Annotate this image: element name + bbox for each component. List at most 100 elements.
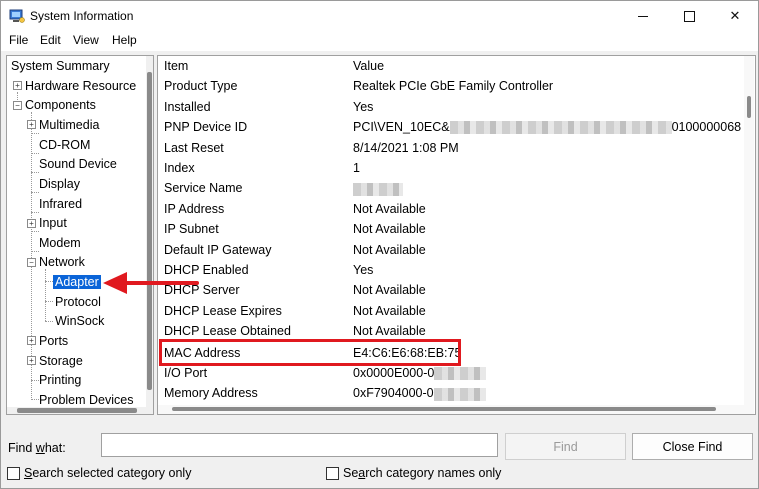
row-item: PNP Device ID: [164, 120, 248, 135]
search-selected-category-option[interactable]: Search selected category only: [7, 466, 191, 480]
table-row[interactable]: I/O Port 0x0000E000-0: [158, 363, 748, 383]
option-label: Search selected category only: [24, 466, 191, 480]
tree-item-label: Infrared: [39, 197, 83, 211]
table-row[interactable]: Index 1: [158, 158, 748, 178]
tree-item-components[interactable]: Components: [25, 96, 96, 114]
column-header-item[interactable]: Item: [164, 56, 188, 76]
menu-file[interactable]: File: [9, 33, 28, 47]
row-value: Not Available: [353, 283, 426, 298]
table-row[interactable]: IP Subnet Not Available: [158, 219, 748, 239]
row-item: Memory Address: [164, 386, 258, 401]
tree-item-label: Protocol: [55, 295, 101, 309]
tree-item-label: Modem: [39, 236, 81, 250]
label-text: earch selected category only: [32, 466, 192, 480]
tree-item-modem[interactable]: Modem: [39, 234, 81, 252]
close-find-button[interactable]: Close Find: [632, 433, 753, 460]
column-header-value[interactable]: Value: [353, 56, 384, 76]
list-vertical-scroll-thumb[interactable]: [747, 96, 751, 118]
expand-icon[interactable]: +: [27, 356, 36, 365]
row-item: Default IP Gateway: [164, 242, 272, 257]
minimize-button[interactable]: [620, 1, 666, 31]
expand-icon[interactable]: +: [27, 219, 36, 228]
close-find-button-label: Close Find: [662, 439, 723, 454]
table-row[interactable]: Last Reset 8/14/2021 1:08 PM: [158, 138, 748, 158]
details-list[interactable]: Item Value Product Type Realtek PCIe GbE …: [157, 55, 756, 415]
tree-item-label: Printing: [39, 373, 82, 387]
label-text: Find: [8, 441, 36, 455]
menu-view[interactable]: View: [73, 33, 99, 47]
title-bar[interactable]: System Information ✕: [1, 1, 758, 31]
find-input[interactable]: [101, 433, 498, 457]
find-button[interactable]: Find: [505, 433, 626, 460]
label-accelerator: w: [35, 441, 45, 455]
tree-item-storage[interactable]: Storage: [39, 352, 83, 370]
row-value: [353, 178, 403, 198]
table-row[interactable]: DHCP Enabled Yes: [158, 260, 748, 280]
label-text: rch category names only: [365, 466, 502, 480]
expand-icon[interactable]: +: [13, 81, 22, 90]
find-button-label: Find: [553, 439, 578, 454]
redacted-value: [434, 367, 487, 381]
row-value: 8/14/2021 1:08 PM: [353, 140, 459, 155]
row-item: Index: [164, 161, 195, 175]
tree-item-cd-rom[interactable]: CD-ROM: [39, 136, 90, 154]
tree-horizontal-scroll-thumb[interactable]: [17, 408, 137, 413]
system-information-app-icon: [9, 9, 25, 23]
tree-item-adapter[interactable]: Adapter: [53, 273, 101, 291]
menu-bar: File Edit View Help: [1, 31, 758, 52]
table-row[interactable]: Installed Yes: [158, 97, 748, 117]
value-prefix: 0xF7904000-0: [353, 386, 434, 401]
tree-item-display[interactable]: Display: [39, 175, 80, 193]
search-selected-category-checkbox[interactable]: [7, 466, 20, 480]
tree-item-input[interactable]: Input: [39, 214, 67, 232]
table-row[interactable]: Service Name: [158, 178, 748, 198]
tree-vertical-scroll-thumb[interactable]: [147, 72, 152, 390]
tree-item-infrared[interactable]: Infrared: [39, 195, 82, 213]
tree-item-winsock[interactable]: WinSock: [55, 312, 104, 330]
option-label: Search category names only: [343, 466, 501, 480]
value-suffix: 0100000068: [671, 120, 742, 135]
table-row[interactable]: PNP Device ID PCI\VEN_10EC& 0100000068: [158, 117, 748, 137]
list-horizontal-scroll-thumb[interactable]: [172, 407, 716, 411]
list-header: Item Value: [158, 56, 748, 76]
search-category-names-option[interactable]: Search category names only: [326, 466, 501, 480]
table-row[interactable]: DHCP Lease Expires Not Available: [158, 301, 748, 321]
row-value: 0xF7904000-0: [353, 383, 486, 403]
tree-item-label: Hardware Resource: [25, 79, 137, 93]
collapse-icon[interactable]: −: [13, 101, 22, 110]
table-row[interactable]: Default IP Gateway Not Available: [158, 240, 748, 260]
table-row[interactable]: IP Address Not Available: [158, 199, 748, 219]
expand-icon[interactable]: +: [27, 120, 36, 129]
maximize-button[interactable]: [666, 1, 712, 31]
tree-item-label: WinSock: [55, 314, 105, 328]
row-item: DHCP Lease Expires: [164, 303, 282, 318]
close-button[interactable]: ✕: [712, 1, 758, 31]
tree-connector: [31, 212, 39, 213]
search-category-names-checkbox[interactable]: [326, 466, 339, 480]
tree-item-hardware-resources[interactable]: Hardware Resource: [25, 77, 136, 95]
row-item: IP Address: [164, 201, 225, 216]
tree-item-system-summary[interactable]: System Summary: [11, 57, 110, 75]
tree-item-sound-device[interactable]: Sound Device: [39, 155, 117, 173]
table-row[interactable]: Product Type Realtek PCIe GbE Family Cont…: [158, 76, 748, 96]
tree-item-ports[interactable]: Ports: [39, 332, 68, 350]
menu-help[interactable]: Help: [112, 33, 137, 47]
collapse-icon[interactable]: −: [27, 258, 36, 267]
tree-connector: [45, 281, 53, 282]
table-row[interactable]: DHCP Server Not Available: [158, 280, 748, 300]
tree-connector: [31, 380, 39, 381]
find-what-label: Find what:: [8, 441, 66, 455]
menu-edit[interactable]: Edit: [40, 33, 61, 47]
row-item: Last Reset: [164, 140, 224, 155]
tree-connector: [45, 301, 53, 302]
table-row[interactable]: Memory Address 0xF7904000-0: [158, 383, 748, 403]
tree-item-protocol[interactable]: Protocol: [55, 293, 101, 311]
tree-item-printing[interactable]: Printing: [39, 371, 81, 389]
row-value: Yes: [353, 99, 374, 114]
row-item: Installed: [164, 99, 211, 114]
category-tree[interactable]: System Summary + Hardware Resource − Com…: [6, 55, 154, 415]
tree-item-multimedia[interactable]: Multimedia: [39, 116, 99, 134]
row-value: Yes: [353, 263, 374, 277]
expand-icon[interactable]: +: [27, 336, 36, 345]
tree-item-network[interactable]: Network: [39, 253, 85, 271]
